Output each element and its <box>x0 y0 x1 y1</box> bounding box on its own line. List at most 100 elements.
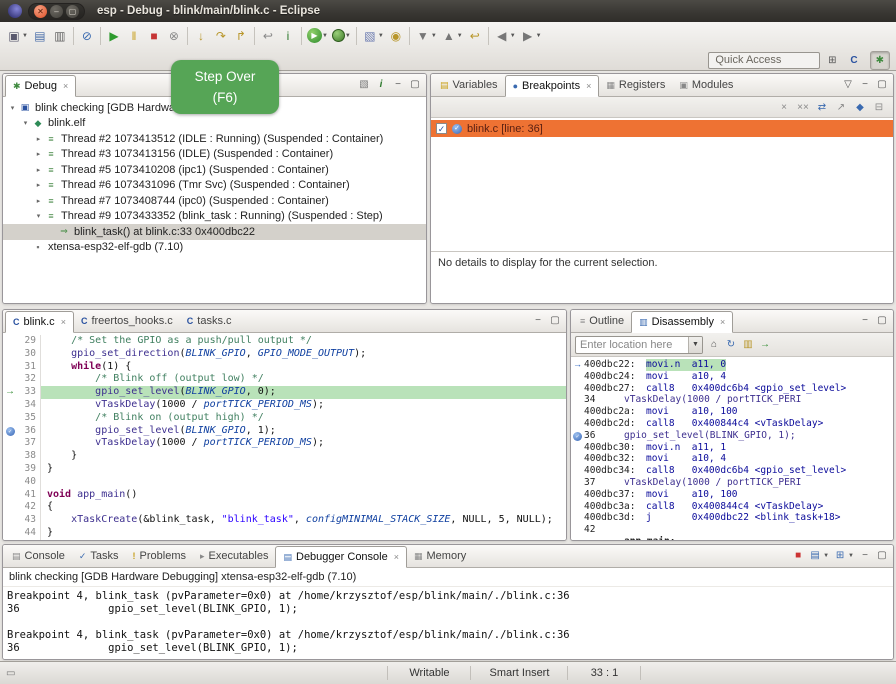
debug-perspective-button[interactable]: ✱ <box>870 51 890 70</box>
drop-to-frame-button[interactable]: ↩ <box>258 25 278 47</box>
dropdown-icon[interactable]: ▼ <box>823 553 829 559</box>
annotation-gutter[interactable] <box>3 450 17 463</box>
new-wizard-button[interactable]: ▣▼ <box>4 25 30 47</box>
last-edit-location-button[interactable]: ↩ <box>465 25 485 47</box>
tab-registers[interactable]: ▦Registers <box>599 74 672 96</box>
code-editor[interactable]: 29 /* Set the GPIO as a push/pull output… <box>3 333 566 540</box>
location-combo[interactable]: Enter location here ▼ <box>575 336 703 354</box>
forward-button[interactable]: ▶▼ <box>518 25 544 47</box>
dropdown-icon[interactable]: ▼ <box>378 33 384 39</box>
disassembly-row[interactable]: 400dbc2d:call8 0x400844c4 <vTaskDelay> <box>571 418 893 430</box>
close-tab-icon[interactable]: × <box>61 317 66 327</box>
tab-tasks[interactable]: ✓Tasks <box>72 545 126 567</box>
disassembly-row[interactable]: 400dbc24:movi a10, 4 <box>571 371 893 383</box>
minimize-icon[interactable]: − <box>532 315 544 326</box>
disassembly-row[interactable]: 400dbc37:movi a10, 100 <box>571 489 893 501</box>
skip-all-breakpoints-button[interactable]: ⊘ <box>77 25 97 47</box>
tab-outline[interactable]: ≡Outline <box>573 310 631 332</box>
debug-tree-item[interactable]: ▾≡Thread #9 1073433352 (blink_task : Run… <box>3 209 426 225</box>
minimize-icon[interactable]: − <box>859 79 871 90</box>
tab-breakpoints[interactable]: ●Breakpoints× <box>505 75 600 97</box>
breakpoint-icon[interactable]: ✓ <box>3 425 17 438</box>
disassembly-row[interactable]: 34vTaskDelay(1000 / portTICK_PERI <box>571 394 893 406</box>
annotation-gutter[interactable] <box>3 476 17 489</box>
disassembly-row[interactable]: 400dbc27:call8 0x400dc6b4 <gpio_set_leve… <box>571 383 893 395</box>
annotation-gutter[interactable] <box>3 463 17 476</box>
annotation-gutter[interactable] <box>3 348 17 361</box>
code-line[interactable]: 42{ <box>3 501 566 514</box>
maximize-icon[interactable]: ▢ <box>876 79 888 90</box>
maximize-icon[interactable]: ▢ <box>409 79 421 90</box>
tab-variables[interactable]: ▤Variables <box>433 74 505 96</box>
close-tab-icon[interactable]: × <box>63 81 68 91</box>
collapse-all-icon[interactable]: ⊟ <box>873 102 885 113</box>
tree-expander-icon[interactable]: ▾ <box>20 119 31 127</box>
annotation-gutter[interactable] <box>3 412 17 425</box>
disassembly-row[interactable]: →400dbc22:movi.n a11, 0 <box>571 359 893 371</box>
tree-expander-icon[interactable]: ▸ <box>33 135 44 143</box>
view-menu-icon[interactable]: ▽ <box>842 79 854 90</box>
disassembly-row[interactable]: 42 <box>571 524 893 536</box>
resume-button[interactable]: ▶ <box>104 25 124 47</box>
disassembly-row[interactable]: 400dbc2a:movi a10, 100 <box>571 406 893 418</box>
tab-modules[interactable]: ▣Modules <box>672 74 740 96</box>
terminate-button[interactable]: ■ <box>144 25 164 47</box>
show-breakpoints-for-selection-icon[interactable]: ⇄ <box>816 102 828 113</box>
save-button[interactable]: ▤ <box>30 25 50 47</box>
debug-button[interactable]: ▼ <box>330 25 353 47</box>
debug-tree-item[interactable]: ▸≡Thread #3 1073413156 (IDLE) (Suspended… <box>3 147 426 163</box>
debug-tree-item[interactable]: ▾◆blink.elf <box>3 116 426 132</box>
dropdown-icon[interactable]: ▼ <box>457 33 463 39</box>
remove-breakpoint-icon[interactable]: × <box>778 102 790 113</box>
code-line[interactable]: 43 xTaskCreate(&blink_task, "blink_task"… <box>3 514 566 527</box>
annotation-gutter[interactable] <box>3 527 17 540</box>
instruction-step-mode-icon[interactable]: i <box>375 79 387 90</box>
debug-tree-item[interactable]: ▸≡Thread #7 1073408744 (ipc0) (Suspended… <box>3 193 426 209</box>
code-line[interactable]: 32 /* Blink off (output low) */ <box>3 373 566 386</box>
search-button[interactable]: ◉ <box>386 25 406 47</box>
show-source-icon[interactable]: ▥ <box>742 339 754 350</box>
tab-freertos-hooks-c[interactable]: Cfreertos_hooks.c <box>74 310 180 332</box>
debug-tree-item[interactable]: ▸≡Thread #6 1073431096 (Tmr Svc) (Suspen… <box>3 178 426 194</box>
tab-memory[interactable]: ▦Memory <box>407 545 473 567</box>
annotation-gutter[interactable] <box>3 437 17 450</box>
disassembly-row[interactable]: 400dbc34:call8 0x400dc6b4 <gpio_set_leve… <box>571 465 893 477</box>
tab-disassembly[interactable]: ▥Disassembly× <box>631 311 733 333</box>
new-cpp-project-button[interactable]: ▧▼ <box>360 25 386 47</box>
step-over-button[interactable]: ↷ <box>211 25 231 47</box>
tab-problems[interactable]: !Problems <box>126 545 193 567</box>
dropdown-icon[interactable]: ▼ <box>22 33 28 39</box>
debug-tree-item[interactable]: ⇒blink_task() at blink.c:33 0x400dbc22 <box>3 224 426 240</box>
print-button[interactable]: ▥ <box>50 25 70 47</box>
code-line[interactable]: 29 /* Set the GPIO as a push/pull output… <box>3 335 566 348</box>
annotation-gutter[interactable] <box>3 373 17 386</box>
code-line[interactable]: 30 gpio_set_direction(BLINK_GPIO, GPIO_M… <box>3 348 566 361</box>
display-console-icon[interactable]: ▤ <box>809 550 821 561</box>
back-button[interactable]: ◀▼ <box>492 25 518 47</box>
debug-tree-item[interactable]: ▸≡Thread #2 1073413512 (IDLE : Running) … <box>3 131 426 147</box>
maximize-icon[interactable]: ▢ <box>876 315 888 326</box>
breakpoint-checkbox[interactable]: ✓ <box>436 123 447 134</box>
debug-tree-item[interactable]: ▸≡Thread #5 1073410208 (ipc1) (Suspended… <box>3 162 426 178</box>
step-return-button[interactable]: ↱ <box>231 25 251 47</box>
tree-expander-icon[interactable]: ▸ <box>33 166 44 174</box>
home-icon[interactable]: ⌂ <box>708 339 720 350</box>
instruction-stepping-button[interactable]: i <box>278 25 298 47</box>
tab-debugger-console[interactable]: ▤Debugger Console× <box>275 546 407 568</box>
pin-icon[interactable]: ◆ <box>854 102 866 113</box>
go-to-file-for-breakpoint-icon[interactable]: ↗ <box>835 102 847 113</box>
tree-expander-icon[interactable]: ▸ <box>33 150 44 158</box>
combo-dropdown-icon[interactable]: ▼ <box>688 337 702 353</box>
code-line[interactable]: →33 gpio_set_level(BLINK_GPIO, 0); <box>3 386 566 399</box>
annotation-gutter[interactable] <box>3 399 17 412</box>
window-close-button[interactable]: ✕ <box>34 5 47 18</box>
debug-view-layout-icon[interactable]: ▧ <box>358 79 370 90</box>
tree-expander-icon[interactable]: ▸ <box>33 181 44 189</box>
remove-all-breakpoints-icon[interactable]: ×× <box>797 102 809 113</box>
window-minimize-button[interactable]: – <box>50 5 63 18</box>
code-line[interactable]: 41void app_main() <box>3 489 566 502</box>
disassembly-listing[interactable]: →400dbc22:movi.n a11, 0400dbc24:movi a10… <box>571 357 893 540</box>
tab-tasks-c[interactable]: Ctasks.c <box>180 310 239 332</box>
disassembly-row[interactable]: app_main: <box>571 536 893 540</box>
dropdown-icon[interactable]: ▼ <box>322 33 328 39</box>
